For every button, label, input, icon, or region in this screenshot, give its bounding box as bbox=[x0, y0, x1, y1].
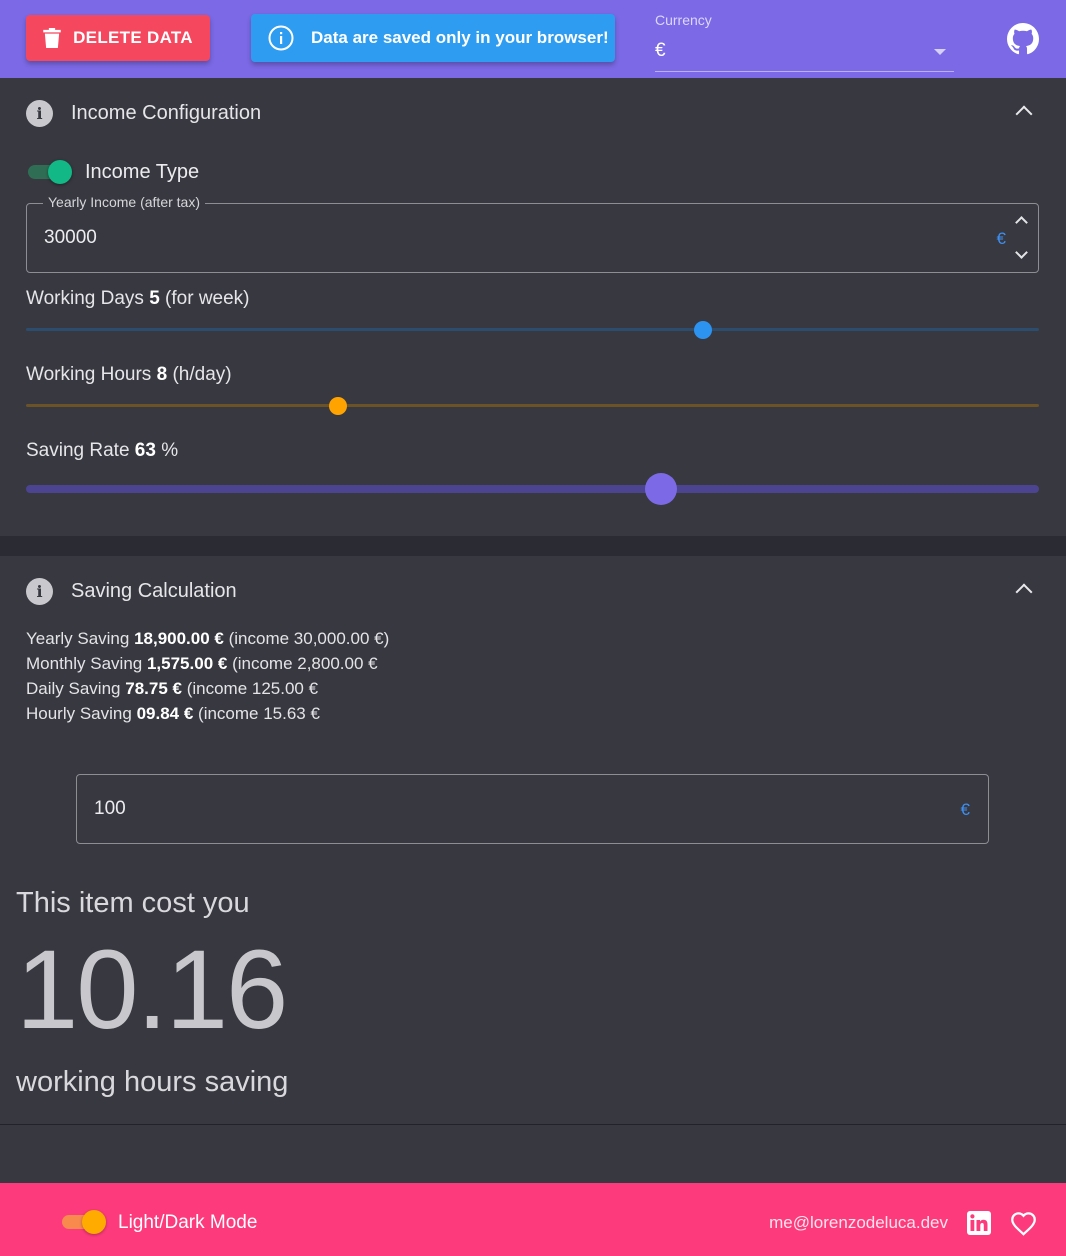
info-circle-icon bbox=[268, 25, 294, 51]
app-header: DELETE DATA Data are saved only in your … bbox=[0, 0, 1066, 78]
github-icon[interactable] bbox=[1007, 23, 1039, 55]
delete-data-button[interactable]: DELETE DATA bbox=[26, 15, 210, 61]
info-icon[interactable]: i bbox=[26, 578, 53, 605]
income-panel-title: Income Configuration bbox=[71, 102, 262, 124]
chevron-up-icon[interactable] bbox=[1015, 216, 1028, 229]
saving-row-label: Monthly Saving bbox=[26, 654, 143, 673]
slider-rail bbox=[26, 404, 1039, 407]
cost-hours-value: 10.16 bbox=[16, 927, 288, 1052]
euro-suffix: € bbox=[960, 800, 970, 819]
saving-row-income: (income 2,800.00 € bbox=[232, 654, 378, 673]
saving-row-yearly: Yearly Saving 18,900.00 € (income 30,000… bbox=[26, 626, 389, 651]
saving-row-daily: Daily Saving 78.75 € (income 125.00 € bbox=[26, 676, 389, 701]
saving-row-income: (income 30,000.00 €) bbox=[228, 629, 390, 648]
yearly-income-value[interactable]: 30000 bbox=[44, 227, 97, 249]
slider-thumb[interactable] bbox=[693, 321, 712, 339]
saving-rate-text: Saving Rate bbox=[26, 440, 130, 461]
working-hours-value: 8 bbox=[156, 364, 168, 385]
heart-icon[interactable] bbox=[1010, 1211, 1037, 1236]
saving-row-income: (income 15.63 € bbox=[198, 704, 320, 723]
working-days-slider[interactable] bbox=[26, 318, 1039, 342]
working-days-value: 5 bbox=[149, 288, 160, 309]
cost-label: This item cost you bbox=[16, 887, 250, 919]
income-panel-header[interactable]: i Income Configuration bbox=[26, 100, 261, 127]
slider-thumb[interactable] bbox=[329, 397, 347, 415]
chevron-up-icon[interactable] bbox=[1015, 105, 1033, 123]
contact-email-link[interactable]: me@lorenzodeluca.dev bbox=[769, 1213, 948, 1233]
storage-info-text: Data are saved only in your browser! bbox=[311, 28, 609, 47]
slider-thumb[interactable] bbox=[645, 473, 678, 505]
saving-row-amount: 18,900.00 € bbox=[134, 629, 224, 648]
linkedin-icon[interactable] bbox=[967, 1211, 991, 1235]
saving-panel-title: Saving Calculation bbox=[71, 580, 237, 602]
cost-unit-label: working hours saving bbox=[16, 1066, 289, 1098]
saving-row-amount: 78.75 € bbox=[125, 679, 182, 698]
income-type-toggle[interactable] bbox=[26, 160, 74, 184]
working-days-unit: (for week) bbox=[165, 288, 250, 309]
delete-data-label: DELETE DATA bbox=[73, 28, 193, 47]
euro-suffix: € bbox=[996, 229, 1006, 248]
dark-mode-toggle[interactable] bbox=[60, 1210, 108, 1234]
saving-rate-unit: % bbox=[161, 440, 179, 461]
working-hours-slider[interactable] bbox=[26, 394, 1039, 418]
currency-label: Currency bbox=[655, 12, 712, 28]
yearly-income-field[interactable]: Yearly Income (after tax) 30000 € bbox=[26, 194, 1039, 273]
item-price-value[interactable]: 100 bbox=[94, 798, 126, 820]
saving-calculation-panel: i Saving Calculation Yearly Saving 18,90… bbox=[0, 556, 1066, 1124]
content-spacer bbox=[0, 1125, 1066, 1183]
currency-underline bbox=[655, 71, 954, 72]
toggle-knob bbox=[82, 1210, 106, 1234]
chevron-down-icon[interactable] bbox=[1015, 246, 1028, 259]
slider-rail bbox=[26, 328, 1039, 331]
saving-row-amount: 1,575.00 € bbox=[146, 654, 228, 673]
income-configuration-panel: i Income Configuration Income Type Yearl… bbox=[0, 78, 1066, 536]
dropdown-arrow-icon bbox=[934, 49, 946, 55]
working-hours-label: Working Hours 8 (h/day) bbox=[26, 364, 232, 386]
saving-row-hourly: Hourly Saving 09.84 € (income 15.63 € bbox=[26, 701, 389, 726]
storage-info-banner: Data are saved only in your browser! bbox=[251, 14, 615, 62]
dark-mode-label: Light/Dark Mode bbox=[118, 1212, 258, 1233]
working-hours-text: Working Hours bbox=[26, 364, 152, 385]
saving-row-label: Yearly Saving bbox=[26, 629, 130, 648]
slider-rail bbox=[26, 485, 1039, 493]
yearly-income-label: Yearly Income (after tax) bbox=[43, 194, 205, 210]
saving-row-label: Daily Saving bbox=[26, 679, 121, 698]
saving-rate-slider[interactable] bbox=[26, 473, 1039, 505]
saving-row-label: Hourly Saving bbox=[26, 704, 132, 723]
saving-row-monthly: Monthly Saving 1,575.00 € (income 2,800.… bbox=[26, 651, 389, 676]
saving-rate-label: Saving Rate 63 % bbox=[26, 440, 178, 462]
chevron-up-icon[interactable] bbox=[1015, 583, 1033, 601]
info-icon[interactable]: i bbox=[26, 100, 53, 127]
saving-panel-header[interactable]: i Saving Calculation bbox=[26, 578, 237, 605]
working-days-label: Working Days 5 (for week) bbox=[26, 288, 250, 310]
working-hours-unit: (h/day) bbox=[172, 364, 232, 385]
currency-value: € bbox=[655, 40, 666, 61]
item-price-field[interactable]: 100 € bbox=[76, 774, 989, 844]
currency-select[interactable]: Currency € bbox=[655, 12, 954, 72]
income-type-label: Income Type bbox=[85, 161, 200, 183]
working-days-text: Working Days bbox=[26, 288, 144, 309]
toggle-knob bbox=[48, 160, 72, 184]
app-footer: Light/Dark Mode me@lorenzodeluca.dev bbox=[0, 1183, 1066, 1256]
trash-icon bbox=[43, 28, 61, 48]
saving-rate-value: 63 bbox=[134, 440, 156, 461]
saving-row-amount: 09.84 € bbox=[136, 704, 194, 723]
saving-summary-list: Yearly Saving 18,900.00 € (income 30,000… bbox=[26, 626, 389, 726]
saving-row-income: (income 125.00 € bbox=[186, 679, 319, 698]
